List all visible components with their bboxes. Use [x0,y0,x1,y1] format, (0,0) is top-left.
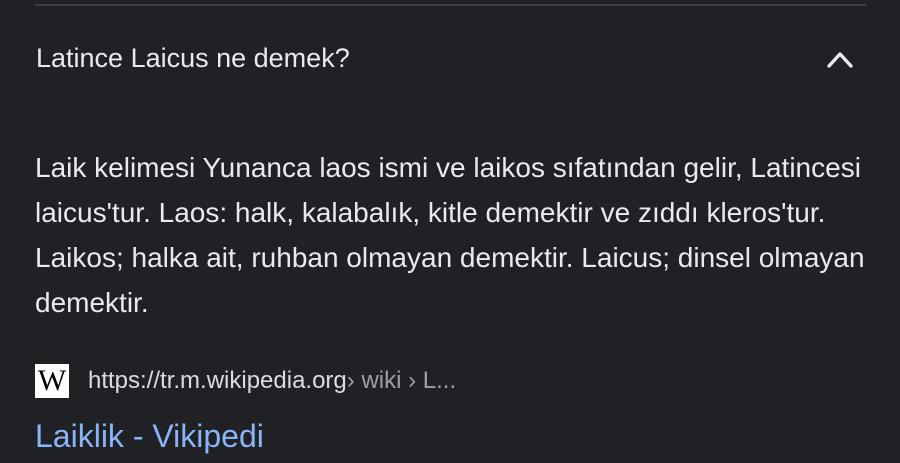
faq-answer: Laik kelimesi Yunanca laos ismi ve laiko… [35,152,865,318]
chevron-up-icon[interactable] [826,47,854,71]
faq-question-toggle[interactable]: Latince Laicus ne demek? [0,6,900,116]
url-breadcrumb: › wiki › L... [346,367,457,394]
wikipedia-icon: W [35,364,69,398]
source-url-row[interactable]: W https://tr.m.wikipedia.org › wiki › L.… [35,363,456,399]
faq-question: Latince Laicus ne demek? [36,43,350,73]
result-title-link[interactable]: Laiklik - Vikipedi [35,416,264,456]
url-host: https://tr.m.wikipedia.org [88,367,347,394]
